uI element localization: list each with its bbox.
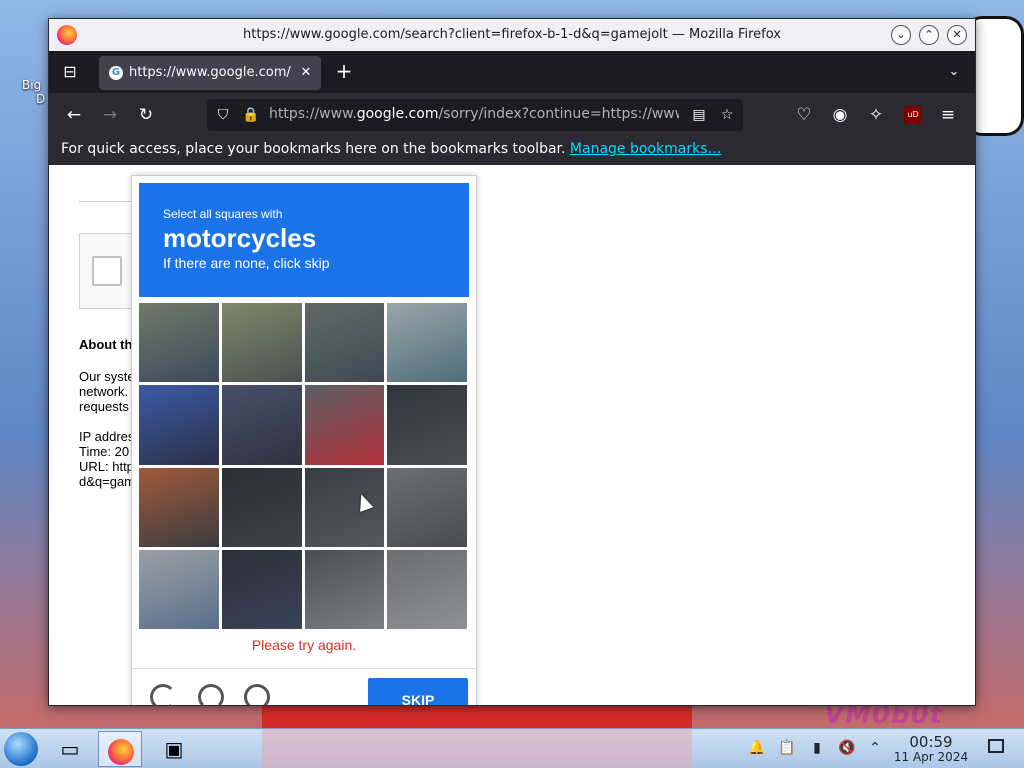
taskbar-spacer xyxy=(262,729,692,768)
folder-icon: ▭ xyxy=(60,737,80,761)
window-titlebar[interactable]: https://www.google.com/search?client=fir… xyxy=(49,19,975,51)
about-line: network. xyxy=(79,384,129,399)
url-domain: google.com xyxy=(356,106,439,122)
reload-challenge-icon[interactable] xyxy=(150,684,176,705)
lock-icon[interactable]: 🔒 xyxy=(241,105,261,125)
firefox-icon xyxy=(99,732,143,768)
challenge-tile[interactable] xyxy=(221,303,302,383)
list-all-tabs-button[interactable]: ⌄ xyxy=(943,61,965,83)
new-tab-button[interactable]: + xyxy=(333,61,355,83)
divider xyxy=(132,668,476,669)
url-rest: /sorry/index?continue=https://www.google… xyxy=(438,106,679,122)
desktop-icon-label[interactable]: Big D xyxy=(22,78,45,106)
challenge-instruction: Select all squares with xyxy=(163,207,283,221)
start-menu-button[interactable] xyxy=(4,732,38,766)
account-icon[interactable]: ◉ xyxy=(829,104,851,126)
bookmark-star-icon[interactable]: ☆ xyxy=(717,105,737,125)
desktop-icon-label-line1: Big xyxy=(22,78,42,92)
reload-button[interactable]: ↻ xyxy=(135,104,157,126)
challenge-tile[interactable] xyxy=(387,467,467,547)
bookmarks-toolbar: For quick access, place your bookmarks h… xyxy=(49,137,975,165)
monitor-icon: ▣ xyxy=(164,737,184,761)
challenge-tile[interactable] xyxy=(139,385,219,465)
app-menu-icon[interactable]: ≡ xyxy=(937,104,959,126)
help-info-icon[interactable] xyxy=(244,684,270,705)
clipboard-icon[interactable]: 📋 xyxy=(778,739,796,757)
challenge-tile[interactable] xyxy=(387,385,467,465)
challenge-tile[interactable] xyxy=(139,303,219,383)
google-favicon-icon: G xyxy=(109,66,123,80)
battery-icon[interactable]: ▮ xyxy=(808,739,826,757)
firefox-window: https://www.google.com/search?client=fir… xyxy=(48,18,976,706)
page-content: About th Our syste network. requests IP … xyxy=(49,165,973,705)
about-line: Our syste xyxy=(79,369,135,384)
bookmarks-hint-text: For quick access, place your bookmarks h… xyxy=(61,141,566,157)
minimize-button[interactable]: ⌄ xyxy=(891,25,911,45)
extensions-icon[interactable]: ✧ xyxy=(865,104,887,126)
about-heading: About th xyxy=(79,337,133,352)
audio-challenge-icon[interactable] xyxy=(198,684,224,705)
challenge-tile[interactable] xyxy=(304,303,385,383)
challenge-tile[interactable] xyxy=(221,385,302,465)
tab-title: https://www.google.com/ xyxy=(129,65,291,80)
maximize-button[interactable]: ⌃ xyxy=(919,25,939,45)
url-prefix: https://www. xyxy=(269,106,357,122)
desktop-wallpaper-art xyxy=(262,704,692,728)
challenge-tile[interactable] xyxy=(304,549,385,629)
show-hidden-icons-icon[interactable]: ⌃ xyxy=(866,739,884,757)
ublock-origin-icon[interactable]: uD xyxy=(904,106,922,124)
volume-muted-icon[interactable]: 🔇 xyxy=(838,739,856,757)
about-line: URL: http xyxy=(79,459,134,474)
challenge-tile[interactable] xyxy=(387,303,467,383)
challenge-tile[interactable] xyxy=(139,467,219,547)
recaptcha-challenge-popup: Select all squares with motorcycles If t… xyxy=(131,175,477,705)
tab-bar: ⊟ G https://www.google.com/ ✕ + ⌄ xyxy=(49,51,975,93)
system-settings-taskbar-item[interactable]: ▣ xyxy=(152,731,196,767)
about-line: requests xyxy=(79,399,129,414)
bookmarks-toolbar-message: For quick access, place your bookmarks h… xyxy=(61,141,721,157)
view-recent-tabs-icon[interactable]: ⊟ xyxy=(59,61,81,83)
challenge-tile[interactable] xyxy=(304,385,385,465)
show-desktop-icon[interactable] xyxy=(988,739,1004,753)
challenge-tile[interactable] xyxy=(221,467,302,547)
tab-close-button[interactable]: ✕ xyxy=(297,64,315,82)
error-message: Please try again. xyxy=(251,637,357,653)
recaptcha-checkbox[interactable] xyxy=(92,256,122,286)
about-line: d&q=gam xyxy=(79,474,136,489)
reader-view-icon[interactable]: ▤ xyxy=(689,105,709,125)
about-line: IP addres xyxy=(79,429,135,444)
url-text[interactable]: https://www.google.com/sorry/index?conti… xyxy=(269,106,679,122)
tab-google[interactable]: G https://www.google.com/ ✕ xyxy=(99,56,321,90)
tracking-protection-shield-icon[interactable]: ⛉ xyxy=(213,105,233,125)
challenge-image-grid xyxy=(139,303,467,629)
window-title: https://www.google.com/search?client=fir… xyxy=(243,27,781,42)
url-bar[interactable]: ⛉ 🔒 https://www.google.com/sorry/index?c… xyxy=(207,99,743,131)
forward-button[interactable]: → xyxy=(99,104,121,126)
challenge-hint: If there are none, click skip xyxy=(163,255,330,271)
challenge-target: motorcycles xyxy=(163,223,317,253)
notifications-icon[interactable]: 🔔 xyxy=(748,739,766,757)
challenge-tile[interactable] xyxy=(221,549,302,629)
firefox-taskbar-item[interactable] xyxy=(98,731,142,767)
manage-bookmarks-link[interactable]: Manage bookmarks… xyxy=(570,141,722,157)
clock-date[interactable]: 11 Apr 2024 xyxy=(890,750,972,764)
challenge-header: Select all squares with motorcycles If t… xyxy=(139,183,469,297)
pocket-icon[interactable]: ♡ xyxy=(793,104,815,126)
desktop-icon-label-line2: D xyxy=(36,92,46,106)
navigation-toolbar: ← → ↻ ⛉ 🔒 https://www.google.com/sorry/i… xyxy=(49,93,975,137)
taskbar: ▭ ▣ 🔔 📋 ▮ 🔇 ⌃ 00:59 11 Apr 2024 xyxy=(0,728,1024,768)
challenge-tile[interactable] xyxy=(139,549,219,629)
about-line: Time: 20 xyxy=(79,444,130,459)
close-window-button[interactable]: ✕ xyxy=(947,25,967,45)
challenge-tile[interactable] xyxy=(387,549,467,629)
back-button[interactable]: ← xyxy=(63,104,85,126)
file-manager-taskbar-item[interactable]: ▭ xyxy=(48,731,92,767)
divider xyxy=(79,201,139,202)
skip-button[interactable]: SKIP xyxy=(368,678,468,705)
clock-time[interactable]: 00:59 xyxy=(900,733,962,751)
